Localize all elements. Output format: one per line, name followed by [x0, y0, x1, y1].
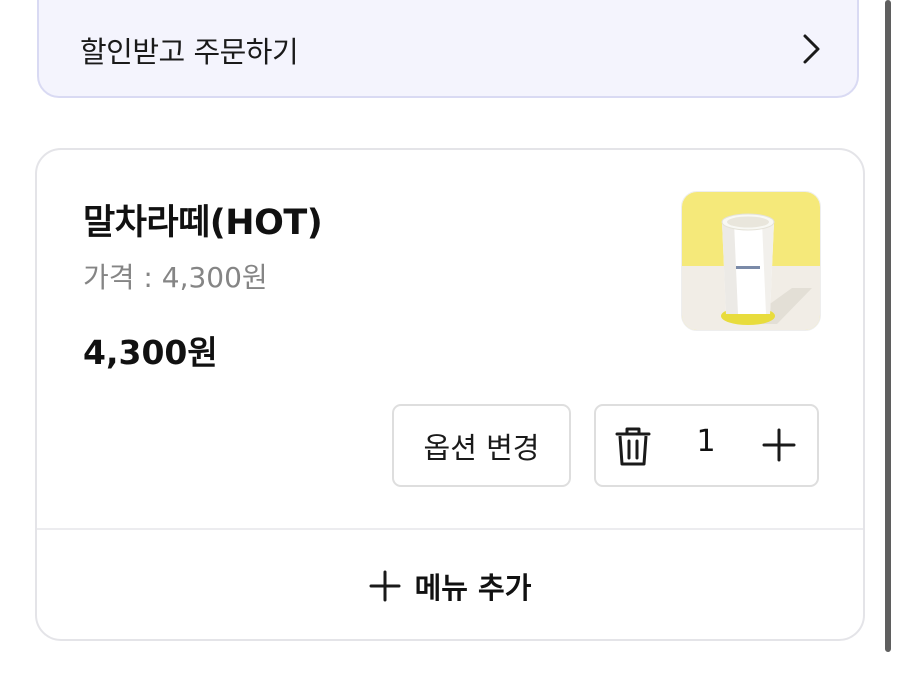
quantity-stepper: 1 — [594, 404, 819, 487]
discount-order-banner[interactable]: 할인받고 주문하기 — [37, 0, 859, 98]
option-change-button[interactable]: 옵션 변경 — [392, 404, 571, 487]
add-menu-button[interactable]: 메뉴 추가 — [37, 530, 863, 641]
item-name: 말차라떼(HOT) — [83, 203, 323, 243]
scrollbar[interactable] — [885, 0, 891, 652]
cart-item-card: 말차라떼(HOT) 가격 : 4,300원 4,300원 옵션 변경 1 메뉴 … — [35, 148, 865, 641]
quantity-value: 1 — [696, 424, 716, 459]
item-total-price: 4,300원 — [83, 333, 218, 372]
product-image — [681, 191, 821, 331]
discount-order-label: 할인받고 주문하기 — [80, 35, 299, 69]
plus-icon — [369, 570, 401, 601]
chevron-right-icon — [803, 34, 820, 64]
plus-icon[interactable] — [761, 427, 797, 463]
item-unit-price: 가격 : 4,300원 — [83, 261, 268, 294]
add-menu-label: 메뉴 추가 — [414, 570, 532, 605]
cart-page: 할인받고 주문하기 말차라떼(HOT) 가격 : 4,300원 4,300원 옵… — [0, 0, 900, 675]
trash-icon[interactable] — [613, 424, 653, 468]
